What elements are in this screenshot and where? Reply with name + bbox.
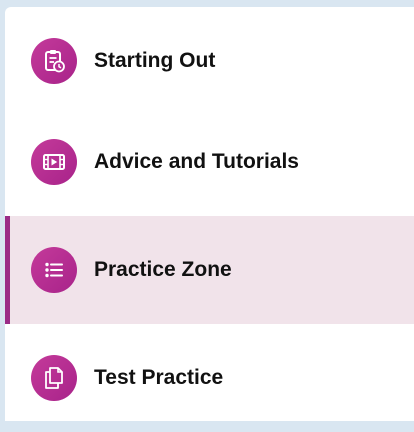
film-play-icon bbox=[31, 139, 77, 185]
menu-item-label: Test Practice bbox=[94, 366, 224, 389]
menu-item-advice-and-tutorials[interactable]: Advice and Tutorials bbox=[5, 108, 414, 216]
sidebar-menu: Starting Out Advice and Tutorials Practi… bbox=[5, 7, 414, 421]
active-indicator bbox=[5, 216, 10, 324]
menu-item-practice-zone[interactable]: Practice Zone bbox=[5, 216, 414, 324]
copy-documents-icon bbox=[31, 355, 77, 401]
menu-item-label: Practice Zone bbox=[94, 258, 232, 281]
menu-item-test-practice[interactable]: Test Practice bbox=[5, 324, 414, 432]
menu-item-label: Advice and Tutorials bbox=[94, 150, 299, 173]
list-icon bbox=[31, 247, 77, 293]
clipboard-clock-icon bbox=[31, 38, 77, 84]
menu-item-starting-out[interactable]: Starting Out bbox=[5, 7, 414, 115]
menu-item-label: Starting Out bbox=[94, 49, 216, 72]
